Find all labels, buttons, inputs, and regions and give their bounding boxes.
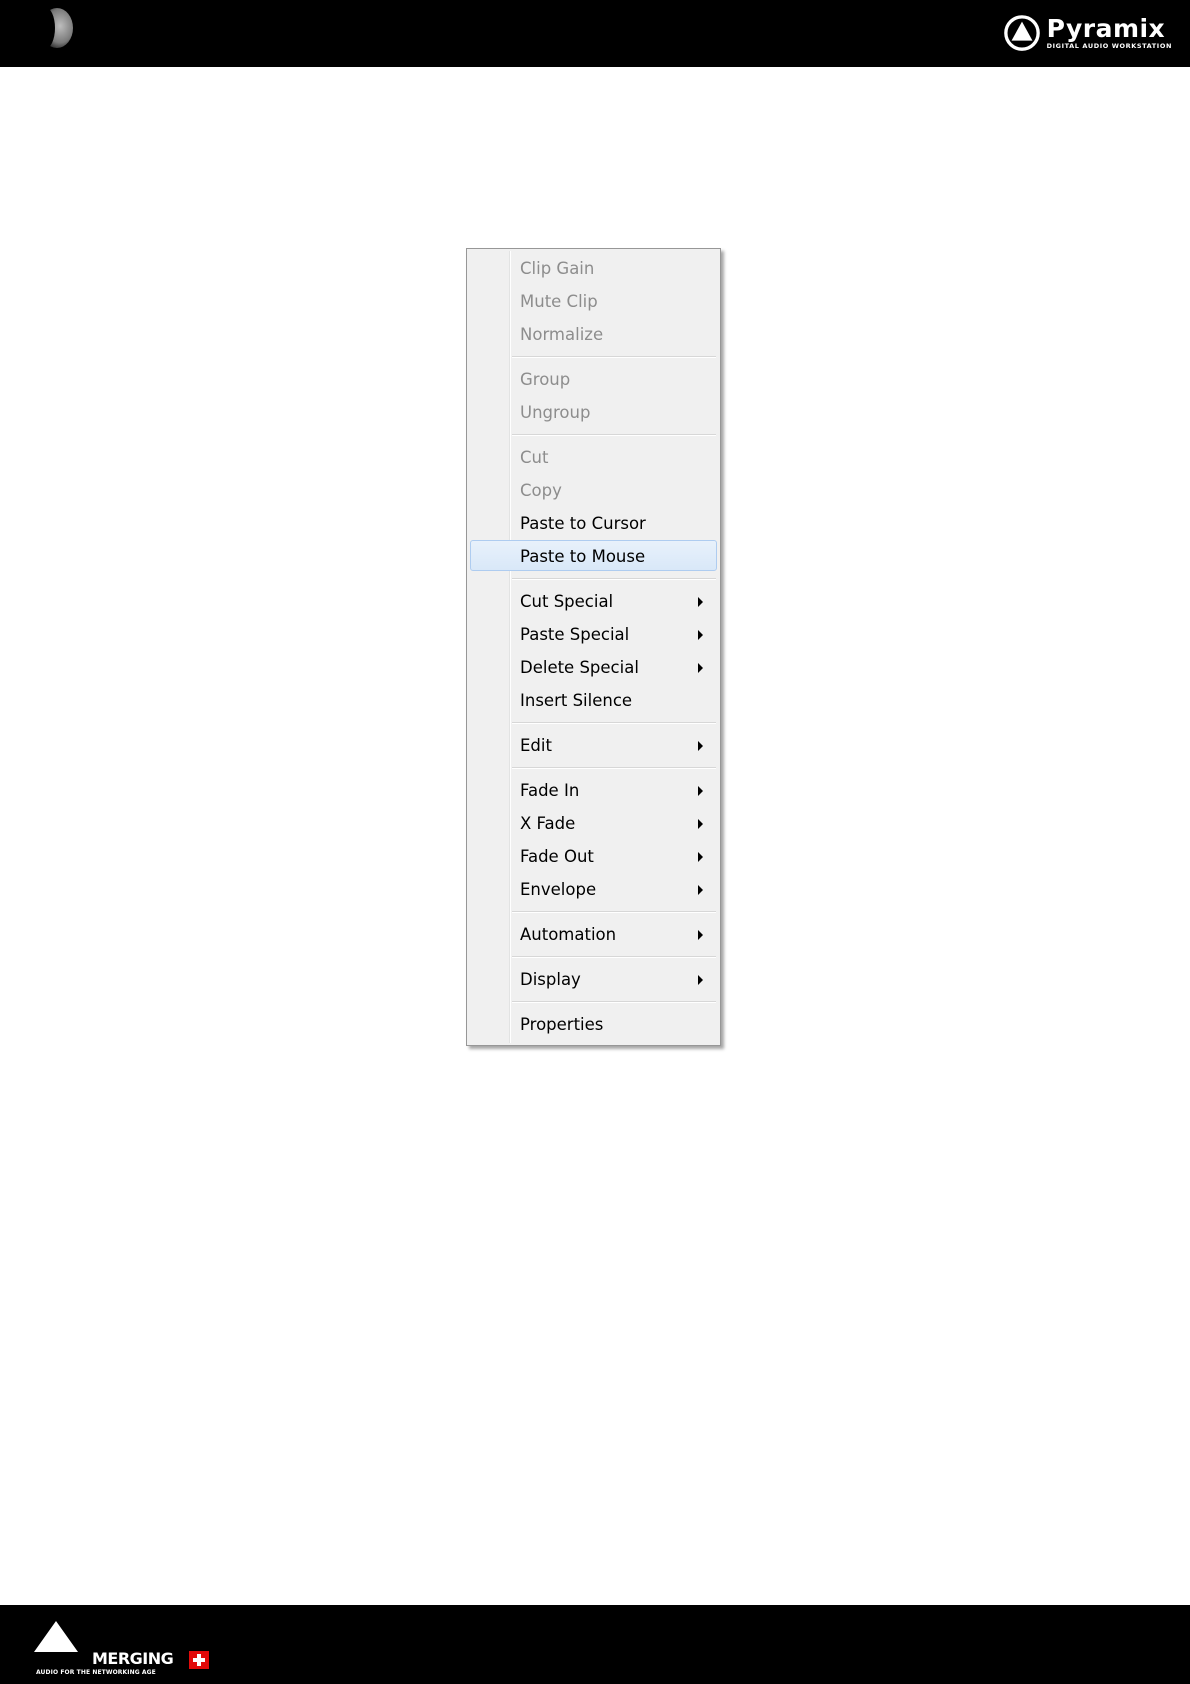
menu-item-mute-clip[interactable]: Mute Clip (470, 285, 717, 316)
submenu-arrow-icon (698, 975, 703, 985)
menu-item-label: Envelope (520, 880, 597, 899)
menu-separator (512, 578, 716, 580)
menu-item-edit[interactable]: Edit (470, 729, 717, 760)
menu-item-paste-to-cursor[interactable]: Paste to Cursor (470, 507, 717, 538)
company-name: MERGING (92, 1649, 174, 1668)
menu-item-label: Display (520, 970, 581, 989)
menu-item-label: Fade In (520, 781, 580, 800)
menu-separator (512, 722, 716, 724)
menu-item-label: Properties (520, 1015, 604, 1034)
company-tagline: AUDIO FOR THE NETWORKING AGE (36, 1669, 156, 1676)
menu-item-automation[interactable]: Automation (470, 918, 717, 949)
menu-item-label: Fade Out (520, 847, 594, 866)
merging-logo: MERGING AUDIO FOR THE NETWORKING AGE (34, 1621, 214, 1676)
menu-item-properties[interactable]: Properties (470, 1008, 717, 1039)
submenu-arrow-icon (698, 852, 703, 862)
bottom-footer-bar: MERGING AUDIO FOR THE NETWORKING AGE (0, 1605, 1190, 1684)
menu-item-fade-out[interactable]: Fade Out (470, 840, 717, 871)
submenu-arrow-icon (698, 597, 703, 607)
swiss-flag-icon (189, 1651, 209, 1669)
submenu-arrow-icon (698, 930, 703, 940)
menu-item-cut-special[interactable]: Cut Special (470, 585, 717, 616)
brand-tagline: DIGITAL AUDIO WORKSTATION (1046, 42, 1172, 50)
menu-separator (512, 956, 716, 958)
menu-item-label: Cut (520, 448, 549, 467)
menu-item-label: Insert Silence (520, 691, 633, 710)
menu-item-display[interactable]: Display (470, 963, 717, 994)
menu-item-cut[interactable]: Cut (470, 441, 717, 472)
menu-item-label: Paste Special (520, 625, 630, 644)
menu-item-label: Edit (520, 736, 552, 755)
submenu-arrow-icon (698, 786, 703, 796)
menu-item-label: Paste to Cursor (520, 514, 646, 533)
menu-item-clip-gain[interactable]: Clip Gain (470, 252, 717, 283)
menu-separator (512, 434, 716, 436)
menu-item-label: Normalize (520, 325, 604, 344)
menu-item-ungroup[interactable]: Ungroup (470, 396, 717, 427)
context-menu: Clip Gain Mute Clip Normalize Group Ungr… (466, 248, 721, 1046)
menu-item-label: Delete Special (520, 658, 639, 677)
menu-item-delete-special[interactable]: Delete Special (470, 651, 717, 682)
menu-item-label: X Fade (520, 814, 576, 833)
menu-item-label: Automation (520, 925, 617, 944)
menu-separator (512, 1001, 716, 1003)
menu-item-label: Copy (520, 481, 562, 500)
pyramix-triangle-icon (1003, 15, 1040, 51)
menu-separator (512, 356, 716, 358)
submenu-arrow-icon (698, 630, 703, 640)
menu-item-paste-to-mouse[interactable]: Paste to Mouse (470, 540, 717, 571)
submenu-arrow-icon (698, 663, 703, 673)
menu-item-label: Group (520, 370, 571, 389)
menu-item-group[interactable]: Group (470, 363, 717, 394)
submenu-arrow-icon (698, 819, 703, 829)
menu-item-label: Mute Clip (520, 292, 598, 311)
top-header-bar: Pyramix DIGITAL AUDIO WORKSTATION (0, 0, 1190, 67)
menu-item-label: Clip Gain (520, 259, 595, 278)
menu-separator (512, 767, 716, 769)
menu-item-label: Cut Special (520, 592, 614, 611)
menu-item-copy[interactable]: Copy (470, 474, 717, 505)
menu-item-x-fade[interactable]: X Fade (470, 807, 717, 838)
brand-name: Pyramix (1046, 14, 1166, 43)
submenu-arrow-icon (698, 741, 703, 751)
menu-item-paste-special[interactable]: Paste Special (470, 618, 717, 649)
menu-item-fade-in[interactable]: Fade In (470, 774, 717, 805)
menu-item-insert-silence[interactable]: Insert Silence (470, 684, 717, 715)
menu-item-label: Paste to Mouse (520, 547, 646, 566)
menu-separator (512, 911, 716, 913)
menu-item-label: Ungroup (520, 403, 591, 422)
moon-icon (40, 7, 73, 49)
pyramix-logo: Pyramix DIGITAL AUDIO WORKSTATION (1003, 12, 1172, 54)
menu-item-envelope[interactable]: Envelope (470, 873, 717, 904)
submenu-arrow-icon (698, 885, 703, 895)
menu-item-normalize[interactable]: Normalize (470, 318, 717, 349)
merging-triangle-icon (34, 1621, 78, 1652)
